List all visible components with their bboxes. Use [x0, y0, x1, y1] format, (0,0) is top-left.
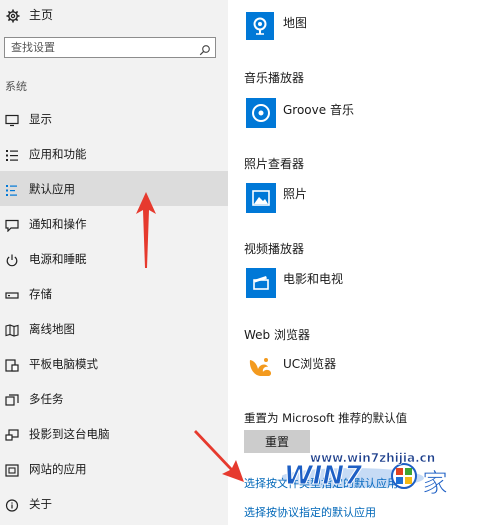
- watermark-site: www.win7zhijia.cn: [310, 451, 435, 465]
- photos-icon: [252, 190, 270, 206]
- search-icon[interactable]: [199, 41, 211, 60]
- sidebar-item-label: 网站的应用: [29, 462, 87, 476]
- uc-browser-icon: [246, 354, 274, 382]
- annotation-arrow-up: [136, 192, 156, 268]
- web-browser-title: Web 浏览器: [244, 328, 310, 342]
- map-app-name[interactable]: 地图: [283, 14, 307, 31]
- sidebar-item-display[interactable]: 显示: [0, 101, 228, 136]
- display-icon: [5, 112, 19, 131]
- sidebar-item-offline-maps[interactable]: 离线地图: [0, 311, 228, 346]
- search-input[interactable]: [11, 40, 191, 55]
- sidebar-item-label: 默认应用: [29, 182, 75, 196]
- movies-tv-icon: [253, 276, 269, 290]
- multitask-icon: [5, 392, 19, 411]
- storage-icon: [5, 287, 19, 306]
- choose-by-protocol-link[interactable]: 选择按协议指定的默认应用: [244, 504, 376, 520]
- win7-logo-icon: WIN7 家 www.win7zhijia.cn: [280, 451, 448, 499]
- home-nav-item[interactable]: 主页: [0, 0, 228, 30]
- sidebar-item-apps-features[interactable]: 应用和功能: [0, 136, 228, 171]
- annotation-arrow-down-right: [194, 430, 244, 482]
- apps-list-icon: [5, 147, 19, 166]
- sidebar-item-notifications[interactable]: 通知和操作: [0, 206, 228, 241]
- map-pin-icon: [253, 17, 267, 35]
- browser-app-name[interactable]: UC浏览器: [283, 355, 336, 372]
- sidebar-item-label: 多任务: [29, 392, 64, 406]
- watermark-char: 家: [422, 469, 448, 499]
- video-player-title: 视频播放器: [244, 242, 305, 256]
- site-watermark: WIN7 家 www.win7zhijia.cn: [280, 440, 472, 502]
- map-app-tile[interactable]: [246, 12, 274, 40]
- section-title: 系统: [5, 80, 27, 93]
- video-app-name[interactable]: 电影和电视: [283, 270, 343, 287]
- video-app-tile[interactable]: [246, 268, 276, 298]
- sidebar-item-default-apps[interactable]: 默认应用: [0, 171, 228, 206]
- gear-icon: [6, 8, 20, 27]
- sidebar-item-label: 显示: [29, 112, 52, 126]
- music-app-tile[interactable]: [246, 98, 276, 128]
- project-icon: [5, 427, 19, 446]
- tablet-icon: [5, 357, 19, 376]
- groove-music-icon: [252, 104, 270, 122]
- sidebar-item-label: 通知和操作: [29, 217, 87, 231]
- sidebar-item-label: 离线地图: [29, 322, 75, 336]
- sidebar-item-label: 电源和睡眠: [29, 252, 87, 266]
- sidebar-item-label: 关于: [29, 497, 52, 511]
- sidebar-item-label: 存储: [29, 287, 52, 301]
- svg-text:WIN7: WIN7: [284, 461, 363, 491]
- notification-icon: [5, 217, 19, 236]
- sidebar-item-tablet-mode[interactable]: 平板电脑模式: [0, 346, 228, 381]
- sidebar-item-label: 平板电脑模式: [29, 357, 98, 371]
- sidebar-item-power-sleep[interactable]: 电源和睡眠: [0, 241, 228, 276]
- music-player-title: 音乐播放器: [244, 71, 305, 85]
- settings-search[interactable]: [4, 37, 216, 58]
- music-app-name[interactable]: Groove 音乐: [283, 101, 354, 118]
- home-label: 主页: [29, 8, 54, 22]
- sidebar-item-storage[interactable]: 存储: [0, 276, 228, 311]
- sidebar-item-label: 应用和功能: [29, 147, 87, 161]
- photo-app-tile[interactable]: [246, 183, 276, 213]
- photo-app-name[interactable]: 照片: [283, 185, 307, 202]
- sidebar-item-about[interactable]: 关于: [0, 486, 228, 521]
- map-icon: [5, 322, 19, 341]
- sidebar-item-label: 投影到这台电脑: [29, 427, 110, 441]
- photo-viewer-title: 照片查看器: [244, 157, 305, 171]
- sidebar-item-multitasking[interactable]: 多任务: [0, 381, 228, 416]
- default-apps-icon: [5, 182, 19, 201]
- reset-title: 重置为 Microsoft 推荐的默认值: [244, 411, 408, 425]
- info-icon: [5, 497, 19, 516]
- power-icon: [5, 252, 19, 271]
- web-apps-icon: [5, 462, 19, 481]
- uc-browser-tile[interactable]: [246, 354, 274, 382]
